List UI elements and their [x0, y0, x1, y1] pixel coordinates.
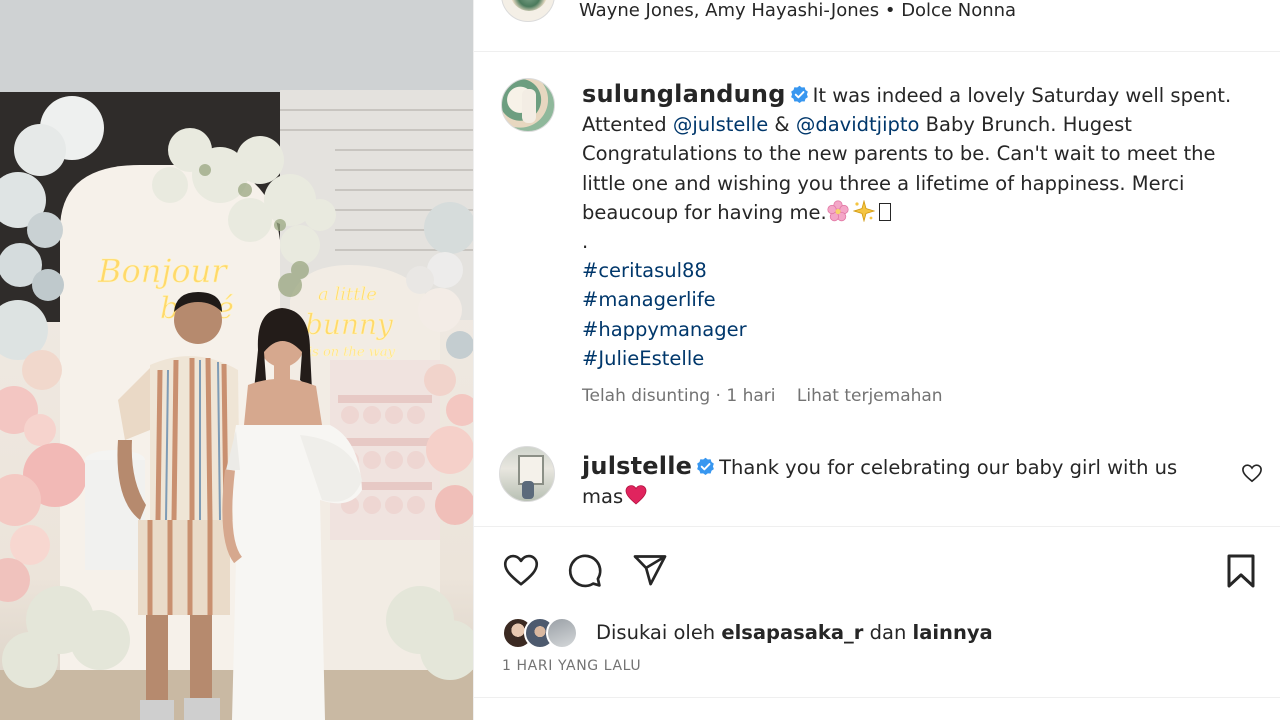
caption-mention-julstelle[interactable]: @julstelle	[673, 113, 768, 136]
commenter-avatar[interactable]	[499, 446, 555, 502]
neon-sign-left-line1: Bonjour	[97, 252, 228, 290]
comment-icon[interactable]	[567, 553, 603, 589]
divider	[474, 697, 1280, 698]
caption-dot: .	[582, 230, 589, 254]
verified-badge-icon	[790, 85, 808, 104]
caption-author-avatar[interactable]	[501, 78, 555, 132]
caption-mention-davidtjipto[interactable]: @davidtjipto	[796, 113, 920, 136]
header-separator: •	[884, 0, 896, 21]
hashtag-ceritasul88[interactable]: #ceritasul88	[582, 256, 1252, 285]
like-heart-icon[interactable]	[502, 553, 540, 587]
bookmark-icon[interactable]	[1224, 553, 1258, 589]
neon-sign-right-line2: bunny	[305, 308, 394, 341]
caption-text-part2: &	[774, 113, 790, 137]
post-detail-panel: Wayne Jones, Amy Hayashi-Jones • Dolce N…	[473, 0, 1280, 720]
liker-username[interactable]: elsapasaka_r	[721, 621, 863, 644]
see-translation-link[interactable]: Lihat terjemahan	[797, 386, 943, 406]
comment-item: julstelle Thank you for celebrating our b…	[582, 452, 1222, 511]
post-photo[interactable]: Bonjour bébé a little bunny is on the wa…	[0, 0, 473, 720]
share-icon[interactable]	[632, 553, 668, 587]
post-action-bar	[474, 526, 1280, 616]
hashtag-julieestelle[interactable]: #JulieEstelle	[582, 344, 1252, 373]
post-date: 1 HARI YANG LALU	[502, 658, 642, 674]
comment-like-heart-icon[interactable]	[1241, 463, 1263, 483]
post-location[interactable]: Dolce Nonna	[901, 0, 1016, 21]
liker-avatar[interactable]	[546, 617, 578, 649]
comment-username[interactable]: julstelle	[582, 452, 692, 480]
likes-prefix: Disukai oleh	[596, 621, 716, 644]
red-heart-emoji-icon	[625, 485, 647, 505]
caption-meta: Telah disunting · 1 hari Lihat terjemaha…	[582, 386, 943, 406]
header-avatar[interactable]	[501, 0, 555, 22]
likes-others-link[interactable]: lainnya	[913, 621, 993, 644]
cherry-blossom-emoji-icon	[827, 200, 849, 222]
hashtag-happymanager[interactable]: #happymanager	[582, 315, 1252, 344]
header-tagged-users[interactable]: Wayne Jones, Amy Hayashi-Jones • Dolce N…	[579, 0, 1016, 22]
verified-badge-icon	[697, 457, 714, 476]
tagged-users-names[interactable]: Wayne Jones, Amy Hayashi-Jones	[579, 0, 879, 21]
likes-text: Disukai oleh elsapasaka_r dan lainnya	[596, 621, 993, 644]
neon-sign-right-line1: a little	[318, 284, 377, 305]
sparkle-emoji-icon	[852, 199, 875, 222]
post-header: Wayne Jones, Amy Hayashi-Jones • Dolce N…	[474, 0, 1280, 52]
likes-middle: dan	[869, 621, 907, 644]
hashtag-managerlife[interactable]: #managerlife	[582, 285, 1252, 314]
edited-timestamp[interactable]: Telah disunting · 1 hari	[582, 386, 775, 406]
neon-sign-right-line3: is on the way	[308, 345, 396, 360]
caption-username[interactable]: sulunglandung	[582, 80, 786, 108]
missing-glyph-box	[878, 202, 891, 221]
post-caption: sulunglandung It was indeed a lovely Satu…	[582, 80, 1252, 373]
party-photo-illustration: Bonjour bébé a little bunny is on the wa…	[0, 0, 473, 720]
